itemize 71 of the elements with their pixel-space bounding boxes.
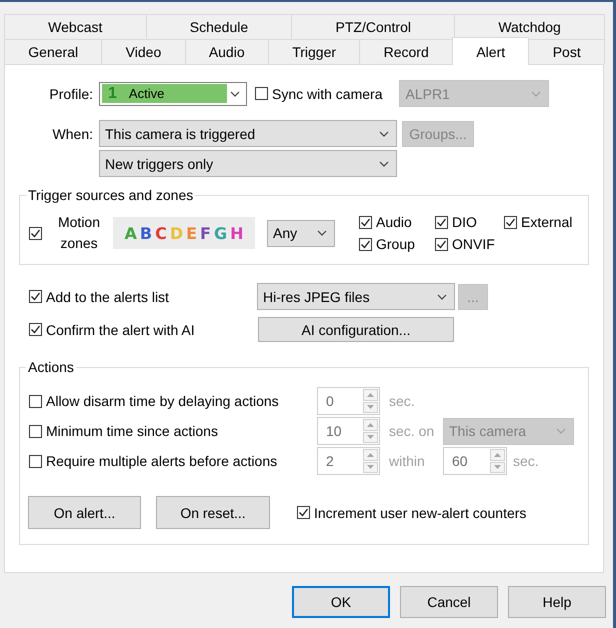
checkbox-label[interactable]: Motion zones xyxy=(52,212,106,254)
tab[interactable]: Watchdog xyxy=(454,14,606,39)
caret-down-icon xyxy=(367,405,374,410)
chevron-down-icon xyxy=(230,90,240,96)
caret-down-icon xyxy=(494,465,501,470)
checkbox[interactable] xyxy=(435,238,448,250)
tab[interactable]: General xyxy=(4,39,102,64)
chevron-down-icon xyxy=(437,294,447,300)
dialog-button[interactable]: Help xyxy=(508,586,606,618)
profile-dropdown[interactable]: 1 Active xyxy=(99,82,247,106)
chevron-down-icon xyxy=(379,160,389,166)
checkbox-label[interactable]: ONVIF xyxy=(452,236,495,252)
checkbox[interactable] xyxy=(29,323,42,336)
checkmark-icon xyxy=(30,228,41,238)
group-title: Actions xyxy=(27,359,75,375)
checkbox-label[interactable]: Increment user new-alert counters xyxy=(314,504,526,520)
checkbox-label[interactable]: Group xyxy=(376,236,415,252)
caret-down-icon xyxy=(367,435,374,440)
checkbox[interactable] xyxy=(255,87,268,100)
trigger-dropdown[interactable]: This camera is triggered xyxy=(99,120,397,147)
checkbox-label[interactable]: DIO xyxy=(452,214,477,230)
tab[interactable]: Alert xyxy=(452,37,530,65)
chevron-down-icon xyxy=(556,428,566,434)
unit-label: within xyxy=(389,453,426,469)
field-label: When: xyxy=(52,126,93,142)
checkbox[interactable] xyxy=(29,290,42,303)
tab[interactable]: Webcast xyxy=(4,14,147,39)
caret-up-icon xyxy=(367,452,374,457)
checkmark-icon xyxy=(30,324,41,335)
checkmark-icon xyxy=(360,216,371,228)
checkmark-icon xyxy=(436,216,447,228)
caret-down-icon xyxy=(367,465,374,470)
checkbox[interactable] xyxy=(359,216,372,228)
caret-up-icon xyxy=(367,392,374,397)
checkbox-label[interactable]: Add to the alerts list xyxy=(46,288,169,304)
trigger-mode-dropdown[interactable]: New triggers only xyxy=(99,150,397,177)
dialog-button[interactable]: OK xyxy=(292,586,390,618)
zone-letter[interactable]: F xyxy=(200,224,211,242)
ai-configuration-button[interactable]: AI configuration... xyxy=(258,317,454,342)
checkbox[interactable] xyxy=(435,216,448,228)
checkmark-icon xyxy=(360,238,371,250)
caret-up-icon xyxy=(494,452,501,457)
checkbox[interactable] xyxy=(359,238,372,250)
checkbox[interactable] xyxy=(297,506,310,519)
chevron-down-icon xyxy=(379,130,389,136)
checkbox-label[interactable]: Audio xyxy=(376,214,412,230)
checkmark-icon xyxy=(436,238,447,250)
zone-match-dropdown[interactable]: Any xyxy=(267,220,335,246)
chevron-down-icon xyxy=(317,230,327,236)
group-title: Trigger sources and zones xyxy=(27,187,194,203)
checkbox-label[interactable]: External xyxy=(521,214,572,230)
unit-label: sec. xyxy=(513,453,539,469)
checkbox-label[interactable]: Confirm the alert with AI xyxy=(46,322,195,338)
action-button[interactable]: On alert... xyxy=(28,496,141,529)
alert-format-dropdown[interactable]: Hi-res JPEG files xyxy=(257,283,455,310)
caret-up-icon xyxy=(367,422,374,427)
chevron-down-icon xyxy=(531,90,542,96)
zone-letter[interactable]: C xyxy=(155,224,167,242)
checkbox[interactable] xyxy=(29,226,42,240)
checkbox-label[interactable]: Sync with camera xyxy=(272,86,382,102)
checkmark-icon xyxy=(30,291,41,302)
checkmark-icon xyxy=(298,507,309,518)
action-button[interactable]: On reset... xyxy=(156,496,270,529)
tab[interactable]: Post xyxy=(528,39,606,64)
dialog-button[interactable]: Cancel xyxy=(400,586,498,618)
field-label: Profile: xyxy=(48,86,93,102)
zone-letter[interactable]: B xyxy=(140,224,152,242)
checkmark-icon xyxy=(505,216,516,228)
checkbox[interactable] xyxy=(504,216,517,228)
unit-label: sec. xyxy=(389,393,415,409)
unit-label: sec. on xyxy=(389,423,434,439)
